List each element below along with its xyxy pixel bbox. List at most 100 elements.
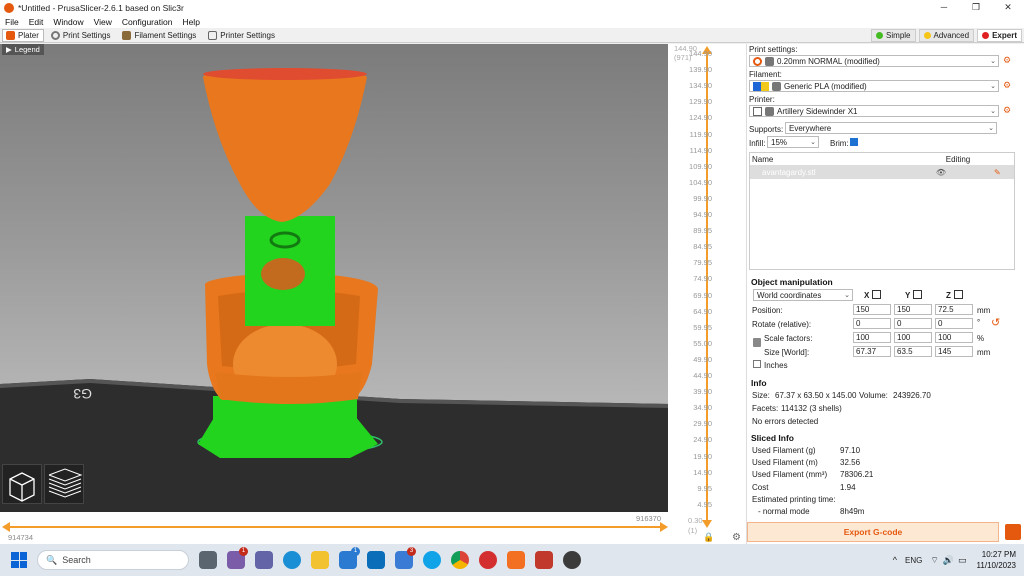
inches-checkbox[interactable] xyxy=(753,360,761,368)
layer-tick-label: 49.90 xyxy=(693,354,712,364)
layer-tick-label: 109.90 xyxy=(689,161,712,171)
position-z-input[interactable]: 72.5 xyxy=(935,304,973,315)
rotate-z-input[interactable]: 0 xyxy=(935,318,973,329)
file-explorer-icon[interactable] xyxy=(311,551,329,569)
tab-filament-settings[interactable]: Filament Settings xyxy=(118,29,201,42)
taskbar-search-input[interactable]: 🔍 Search xyxy=(37,550,189,570)
move-slider-left-handle-icon[interactable] xyxy=(2,522,10,532)
supports-combo[interactable]: Everywhere ⌄ xyxy=(785,122,997,134)
flashprint-icon[interactable] xyxy=(507,551,525,569)
tab-print-settings[interactable]: Print Settings xyxy=(47,29,116,42)
mode-expert-label: Expert xyxy=(992,31,1017,40)
language-indicator[interactable]: ENG xyxy=(905,556,922,565)
edit-object-icon[interactable]: ✎ xyxy=(994,168,1001,177)
drop-to-bed-z-icon[interactable] xyxy=(954,290,963,299)
mode-advanced[interactable]: Advanced xyxy=(918,29,975,42)
menu-configuration[interactable]: Configuration xyxy=(122,17,173,27)
printer-combo[interactable]: Artillery Sidewinder X1 ⌄ xyxy=(749,105,999,117)
filament-combo[interactable]: Generic PLA (modified) ⌄ xyxy=(749,80,999,92)
tab-printer-settings[interactable]: Printer Settings xyxy=(204,29,280,42)
layer-slider-bottom-handle-icon[interactable] xyxy=(702,520,712,528)
edge-browser-icon[interactable] xyxy=(283,551,301,569)
drop-to-bed-x-icon[interactable] xyxy=(872,290,881,299)
position-x-input[interactable]: 150 xyxy=(853,304,891,315)
export-gcode-button[interactable]: Export G-code xyxy=(747,522,999,542)
view-layers-button[interactable] xyxy=(44,464,84,504)
move-slider-right-handle-icon[interactable] xyxy=(660,522,668,532)
prusaslicer-taskbar-icon[interactable] xyxy=(563,551,581,569)
move-slider-track[interactable] xyxy=(6,526,664,528)
title-bar: *Untitled - PrusaSlicer-2.6.1 based on S… xyxy=(0,0,1024,15)
system-tray: ^ ENG ⌔ 🔊 ▭ 10:27 PM 11/10/2023 xyxy=(893,548,1016,572)
clock[interactable]: 10:27 PM 11/10/2023 xyxy=(977,549,1016,571)
column-editing[interactable]: Editing xyxy=(902,155,1014,164)
wifi-icon[interactable]: ⌔ xyxy=(930,555,938,566)
close-button[interactable]: ✕ xyxy=(992,0,1024,15)
cura-icon[interactable] xyxy=(535,551,553,569)
print-settings-edit-icon[interactable]: ⚙ xyxy=(1003,55,1011,66)
task-view-icon[interactable] xyxy=(199,551,217,569)
size-z-input[interactable]: 145 xyxy=(935,346,973,357)
lock-icon[interactable]: 🔒 xyxy=(703,532,714,543)
menu-window[interactable]: Window xyxy=(53,17,83,27)
column-name[interactable]: Name xyxy=(750,155,902,164)
plater-icon xyxy=(6,30,15,40)
cortana-icon[interactable] xyxy=(423,551,441,569)
tray-overflow-icon[interactable]: ^ xyxy=(893,555,897,565)
layer-tick-label: 29.90 xyxy=(693,419,712,429)
scale-x-input[interactable]: 100 xyxy=(853,332,891,343)
filament-edit-icon[interactable]: ⚙ xyxy=(1003,80,1011,91)
3d-viewport[interactable]: ▶ Legend G3 xyxy=(0,44,700,544)
tab-plater[interactable]: Plater xyxy=(2,28,44,42)
volume-icon[interactable]: 🔊 xyxy=(943,555,954,566)
scale-y-input[interactable]: 100 xyxy=(894,332,932,343)
rotate-y-input[interactable]: 0 xyxy=(894,318,932,329)
chrome-icon[interactable] xyxy=(451,551,469,569)
slider-settings-cog-icon[interactable]: ⚙ xyxy=(732,532,741,543)
eye-icon[interactable]: 👁 xyxy=(890,168,946,177)
sliced-info-title: Sliced Info xyxy=(751,433,794,443)
move-slider-horizontal[interactable]: 916370 914734 xyxy=(0,512,668,544)
battery-icon[interactable]: ▭ xyxy=(958,555,967,566)
drop-to-bed-y-icon[interactable] xyxy=(913,290,922,299)
print-settings-value: 0.20mm NORMAL (modified) xyxy=(777,56,880,66)
list-item[interactable]: avantagardy.stl 👁 ✎ xyxy=(750,166,1014,179)
contacts-icon[interactable] xyxy=(367,551,385,569)
sliced-row-label: Used Filament (m) xyxy=(752,458,818,467)
scale-z-input[interactable]: 100 xyxy=(935,332,973,343)
menu-file[interactable]: File xyxy=(5,17,19,27)
minimize-button[interactable]: ─ xyxy=(928,0,960,15)
windows-start-icon[interactable] xyxy=(11,552,27,568)
menu-help[interactable]: Help xyxy=(182,17,199,27)
size-x-input[interactable]: 67.37 xyxy=(853,346,891,357)
move-slider-left-value: 914734 xyxy=(8,533,34,542)
layer-slider-bottom-value: 0.30 xyxy=(688,516,703,525)
send-to-printer-icon[interactable] xyxy=(1005,524,1021,540)
layer-slider-vertical[interactable]: 144.90 (971) 144.90 139.90 134.90 129.90 124… xyxy=(668,44,746,544)
chat-icon[interactable] xyxy=(255,551,273,569)
view-cube-iso-button[interactable] xyxy=(2,464,42,504)
brim-checkbox[interactable] xyxy=(850,138,858,146)
widgets-icon[interactable]: 1 xyxy=(227,547,248,569)
store-icon[interactable]: 1 xyxy=(339,547,360,569)
antivirus-icon[interactable] xyxy=(479,551,497,569)
printer-edit-icon[interactable]: ⚙ xyxy=(1003,105,1011,116)
menu-view[interactable]: View xyxy=(94,17,112,27)
maximize-button[interactable]: ❐ xyxy=(960,0,992,15)
reset-rotation-icon[interactable]: ↺ xyxy=(991,316,1000,329)
coordinate-system-combo[interactable]: World coordinates ⌄ xyxy=(753,289,853,301)
rotate-x-input[interactable]: 0 xyxy=(853,318,891,329)
print-settings-combo[interactable]: 0.20mm NORMAL (modified) ⌄ xyxy=(749,55,999,67)
position-y-input[interactable]: 150 xyxy=(894,304,932,315)
object-list[interactable]: Name Editing avantagardy.stl 👁 ✎ xyxy=(749,152,1015,270)
menu-edit[interactable]: Edit xyxy=(29,17,44,27)
mode-expert[interactable]: Expert xyxy=(977,29,1022,42)
infill-combo[interactable]: 15% ⌄ xyxy=(767,136,819,148)
lock-scale-icon[interactable] xyxy=(753,338,761,347)
windows-taskbar: 🔍 Search 1 1 3 ^ ENG ⌔ 🔊 ▭ 10:27 PM 11/1… xyxy=(0,544,1024,576)
size-y-input[interactable]: 63.5 xyxy=(894,346,932,357)
settings-icon[interactable]: 3 xyxy=(395,547,416,569)
mode-simple[interactable]: Simple xyxy=(871,29,916,42)
layer-tick-label: 79.95 xyxy=(693,258,712,268)
tab-printer-settings-label: Printer Settings xyxy=(220,30,275,40)
